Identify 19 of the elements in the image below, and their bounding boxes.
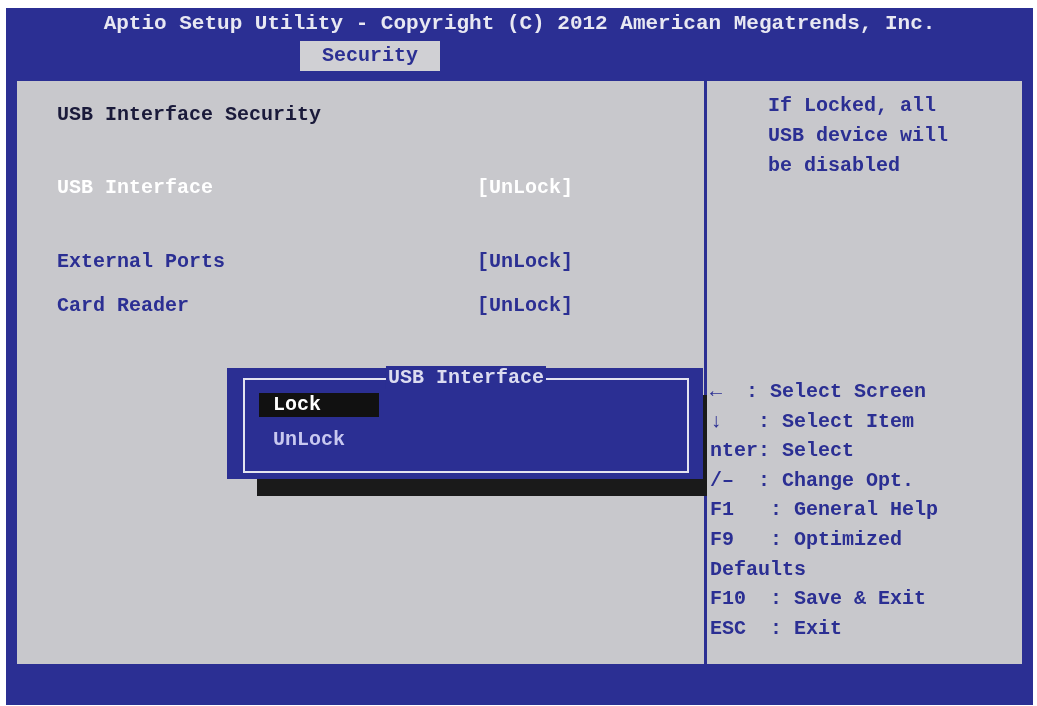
section-heading: USB Interface Security xyxy=(57,103,323,126)
setting-value[interactable]: [UnLock] xyxy=(477,250,573,273)
popup-option[interactable]: UnLock xyxy=(259,428,379,452)
setting-value[interactable]: [UnLock] xyxy=(477,294,573,317)
key-hint: F9 : Optimized xyxy=(710,526,904,553)
key-hint: ESC : Exit xyxy=(710,615,844,642)
setting-label[interactable]: Card Reader xyxy=(57,294,477,317)
key-hint: ↓ : Select Item xyxy=(710,408,916,435)
setting-label[interactable]: External Ports xyxy=(57,250,477,273)
popup-option[interactable]: Lock xyxy=(259,393,379,417)
key-hint: /– : Change Opt. xyxy=(710,467,916,494)
help-text: If Locked, all USB device will be disabled xyxy=(768,93,950,179)
window-title: Aptio Setup Utility - Copyright (C) 2012 American Megatrends, Inc. xyxy=(103,12,936,35)
menu-tab[interactable]: Security xyxy=(300,41,440,71)
key-hint: nter: Select xyxy=(710,438,856,465)
key-hint: Defaults xyxy=(710,556,807,583)
key-hint: F1 : General Help xyxy=(710,497,940,524)
key-hint: F10 : Save & Exit xyxy=(710,586,928,613)
key-hint: ← : Select Screen xyxy=(710,379,928,405)
